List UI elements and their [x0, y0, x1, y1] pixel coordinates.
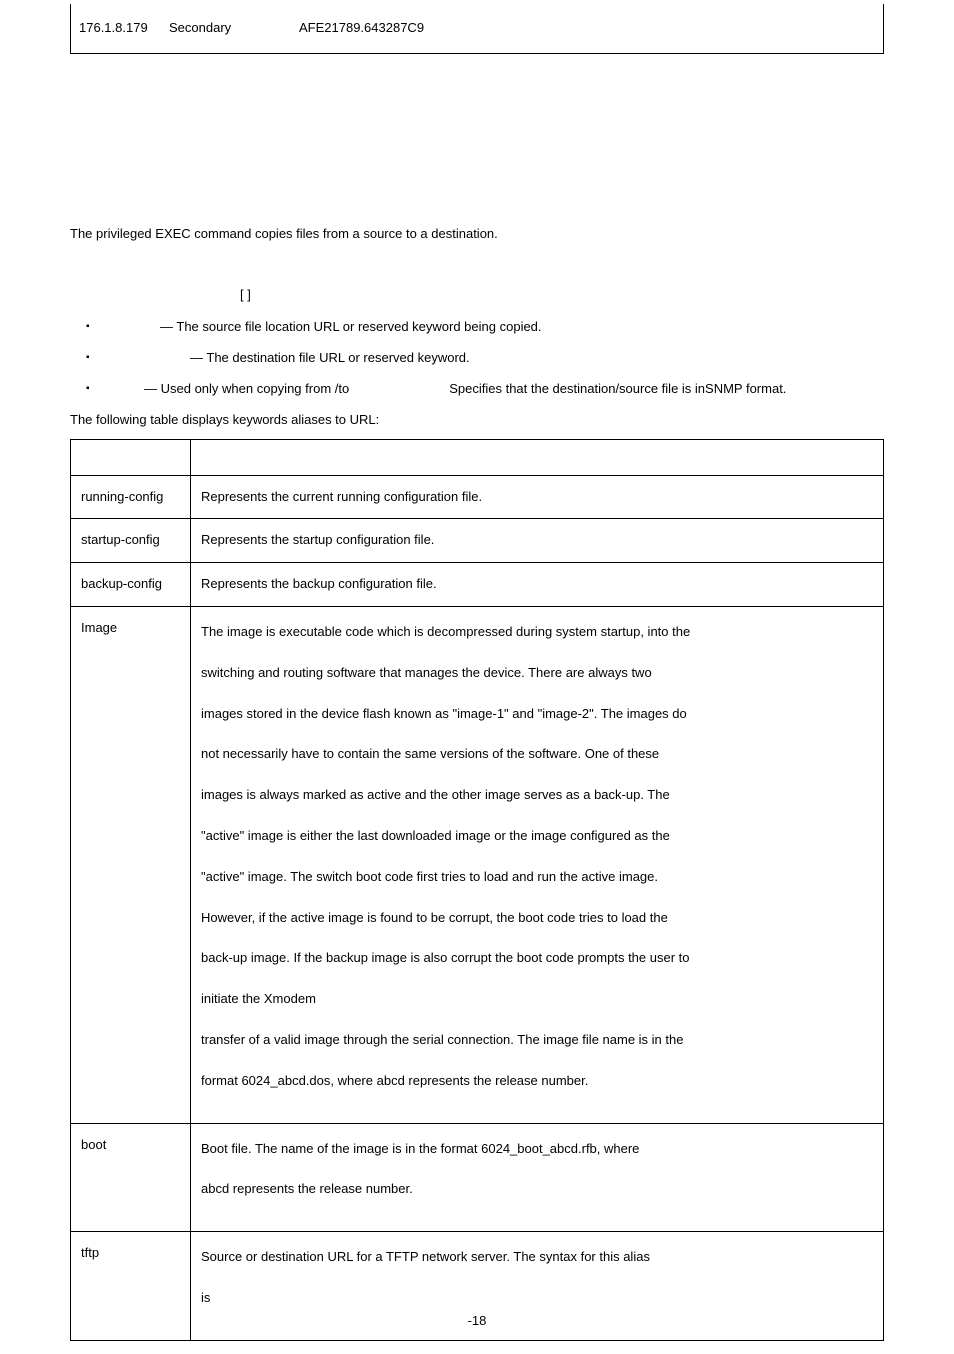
alias-table: running-config Represents the current ru… — [70, 439, 884, 1341]
alias-description: Represents the startup configuration fil… — [191, 519, 884, 563]
header-keyword — [71, 439, 191, 475]
desc-line: images stored in the device flash known … — [201, 704, 873, 725]
record-row: 176.1.8.179 Secondary AFE21789.643287C9 — [70, 4, 884, 54]
param-snmp-desc: — Used only when copying from /to — [144, 381, 349, 396]
intro-paragraph: The privileged EXEC command copies files… — [70, 224, 884, 245]
page-number: -18 — [0, 1311, 954, 1332]
alias-description: The image is executable code which is de… — [191, 606, 884, 1123]
desc-line: abcd represents the release number. — [201, 1179, 873, 1200]
table-row: backup-config Represents the backup conf… — [71, 563, 884, 607]
desc-line: transfer of a valid image through the se… — [201, 1030, 873, 1051]
intro-prefix: The — [70, 226, 96, 241]
alias-description: Represents the current running configura… — [191, 475, 884, 519]
param-snmp-tail: Specifies that the destination/source fi… — [449, 381, 786, 396]
desc-line: is — [201, 1288, 873, 1309]
desc-line: The image is executable code which is de… — [201, 622, 873, 643]
table-header-row — [71, 439, 884, 475]
desc-line: initiate the Xmodem — [201, 989, 873, 1010]
table-row: boot Boot file. The name of the image is… — [71, 1123, 884, 1232]
table-row: Image The image is executable code which… — [71, 606, 884, 1123]
alias-keyword: backup-config — [71, 563, 191, 607]
record-ip: 176.1.8.179 — [79, 18, 169, 39]
intro-suffix: privileged EXEC command copies files fro… — [96, 226, 498, 241]
parameter-list: — The source file location URL or reserv… — [70, 317, 884, 399]
desc-line: "active" image. The switch boot code fir… — [201, 867, 873, 888]
param-source-desc: — The source file location URL or reserv… — [160, 319, 542, 334]
desc-line: "active" image is either the last downlo… — [201, 826, 873, 847]
desc-line: back-up image. If the backup image is al… — [201, 948, 873, 969]
alias-keyword: running-config — [71, 475, 191, 519]
record-role: Secondary — [169, 18, 299, 39]
record-id: AFE21789.643287C9 — [299, 18, 875, 39]
param-destination-url: — The destination file URL or reserved k… — [70, 348, 884, 369]
desc-line: not necessarily have to contain the same… — [201, 744, 873, 765]
alias-description: Represents the backup configuration file… — [191, 563, 884, 607]
alias-keyword: Image — [71, 606, 191, 1123]
desc-line: Boot file. The name of the image is in t… — [201, 1139, 873, 1160]
table-intro: The following table displays keywords al… — [70, 410, 884, 431]
param-snmp: — Used only when copying from /to Specifi… — [70, 379, 884, 400]
syntax-line: [ ] — [240, 285, 884, 306]
alias-keyword: startup-config — [71, 519, 191, 563]
table-row: running-config Represents the current ru… — [71, 475, 884, 519]
desc-line: switching and routing software that mana… — [201, 663, 873, 684]
desc-line: However, if the active image is found to… — [201, 908, 873, 929]
desc-line: Source or destination URL for a TFTP net… — [201, 1247, 873, 1268]
param-source-url: — The source file location URL or reserv… — [70, 317, 884, 338]
table-row: startup-config Represents the startup co… — [71, 519, 884, 563]
alias-keyword: boot — [71, 1123, 191, 1232]
desc-line: images is always marked as active and th… — [201, 785, 873, 806]
header-description — [191, 439, 884, 475]
alias-description: Boot file. The name of the image is in t… — [191, 1123, 884, 1232]
param-destination-desc: — The destination file URL or reserved k… — [190, 350, 470, 365]
desc-line: format 6024_abcd.dos, where abcd represe… — [201, 1071, 873, 1092]
